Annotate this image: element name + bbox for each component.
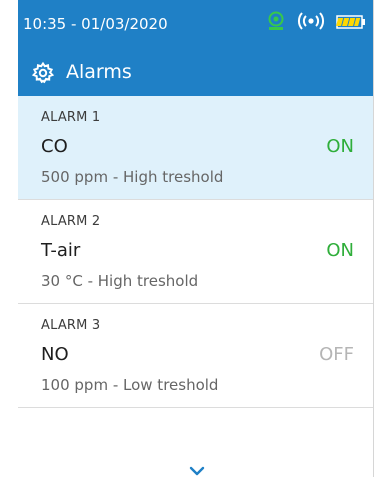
alarm-gas: CO: [41, 136, 68, 157]
title-bar: Alarms: [18, 52, 374, 96]
alarm-state[interactable]: ON: [326, 240, 354, 261]
alarm-description: 30 °C - High treshold: [41, 272, 199, 290]
alarm-gas: T-air: [41, 240, 81, 261]
alarm-item-3[interactable]: ALARM 3 NO OFF 100 ppm - Low treshold: [18, 304, 374, 408]
status-bar: 10:35 - 01/03/2020: [18, 0, 374, 50]
status-datetime: 10:35 - 01/03/2020: [23, 15, 168, 33]
alarm-name: ALARM 3: [41, 318, 101, 333]
chevron-down-icon[interactable]: [186, 462, 208, 476]
page-title: Alarms: [66, 61, 132, 83]
screen-border: [373, 0, 374, 477]
alarm-description: 500 ppm - High treshold: [41, 168, 224, 186]
device-screen: 10:35 - 01/03/2020 Alarms ALARM 1 CO ON …: [18, 0, 374, 477]
alarm-item-1[interactable]: ALARM 1 CO ON 500 ppm - High treshold: [18, 96, 374, 200]
gear-icon: [31, 61, 55, 85]
alarm-description: 100 ppm - Low treshold: [41, 376, 219, 394]
alarm-list: ALARM 1 CO ON 500 ppm - High treshold AL…: [18, 96, 374, 408]
alarm-gas: NO: [41, 344, 69, 365]
alarm-state[interactable]: ON: [326, 136, 354, 157]
wireless-signal-icon: [296, 12, 326, 34]
sensor-status-icon: [266, 10, 286, 36]
battery-icon: [336, 14, 366, 33]
alarm-name: ALARM 2: [41, 214, 101, 229]
alarm-name: ALARM 1: [41, 110, 101, 125]
status-icons: [266, 10, 366, 36]
header: 10:35 - 01/03/2020 Alarms: [18, 0, 374, 96]
alarm-state[interactable]: OFF: [319, 344, 354, 365]
alarm-item-2[interactable]: ALARM 2 T-air ON 30 °C - High treshold: [18, 200, 374, 304]
